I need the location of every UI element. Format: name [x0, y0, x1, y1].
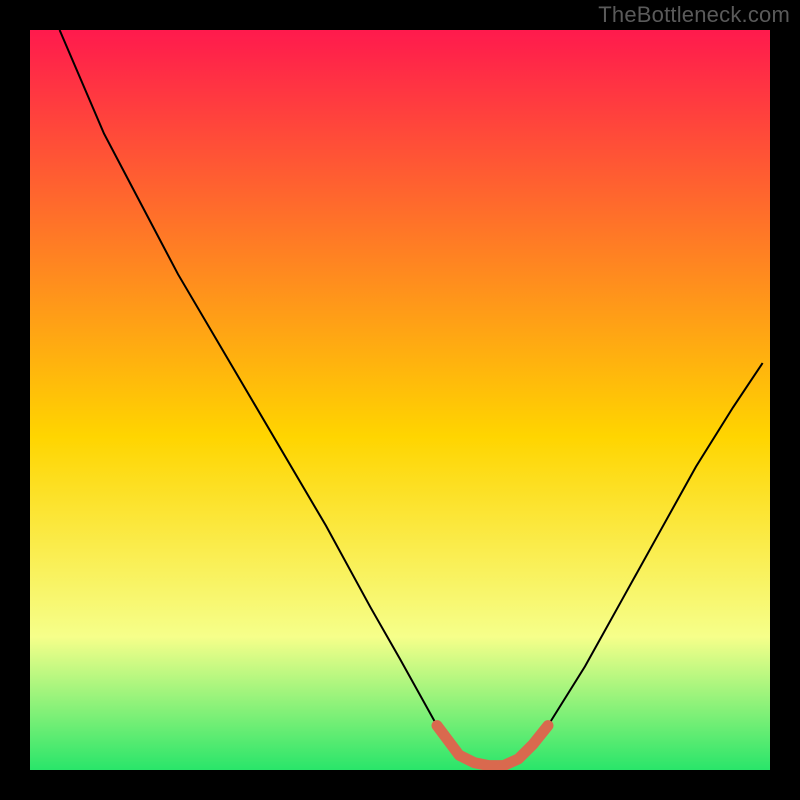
plot-area: [30, 30, 770, 770]
chart-frame: TheBottleneck.com: [0, 0, 800, 800]
watermark-text: TheBottleneck.com: [598, 2, 790, 28]
chart-svg: [30, 30, 770, 770]
